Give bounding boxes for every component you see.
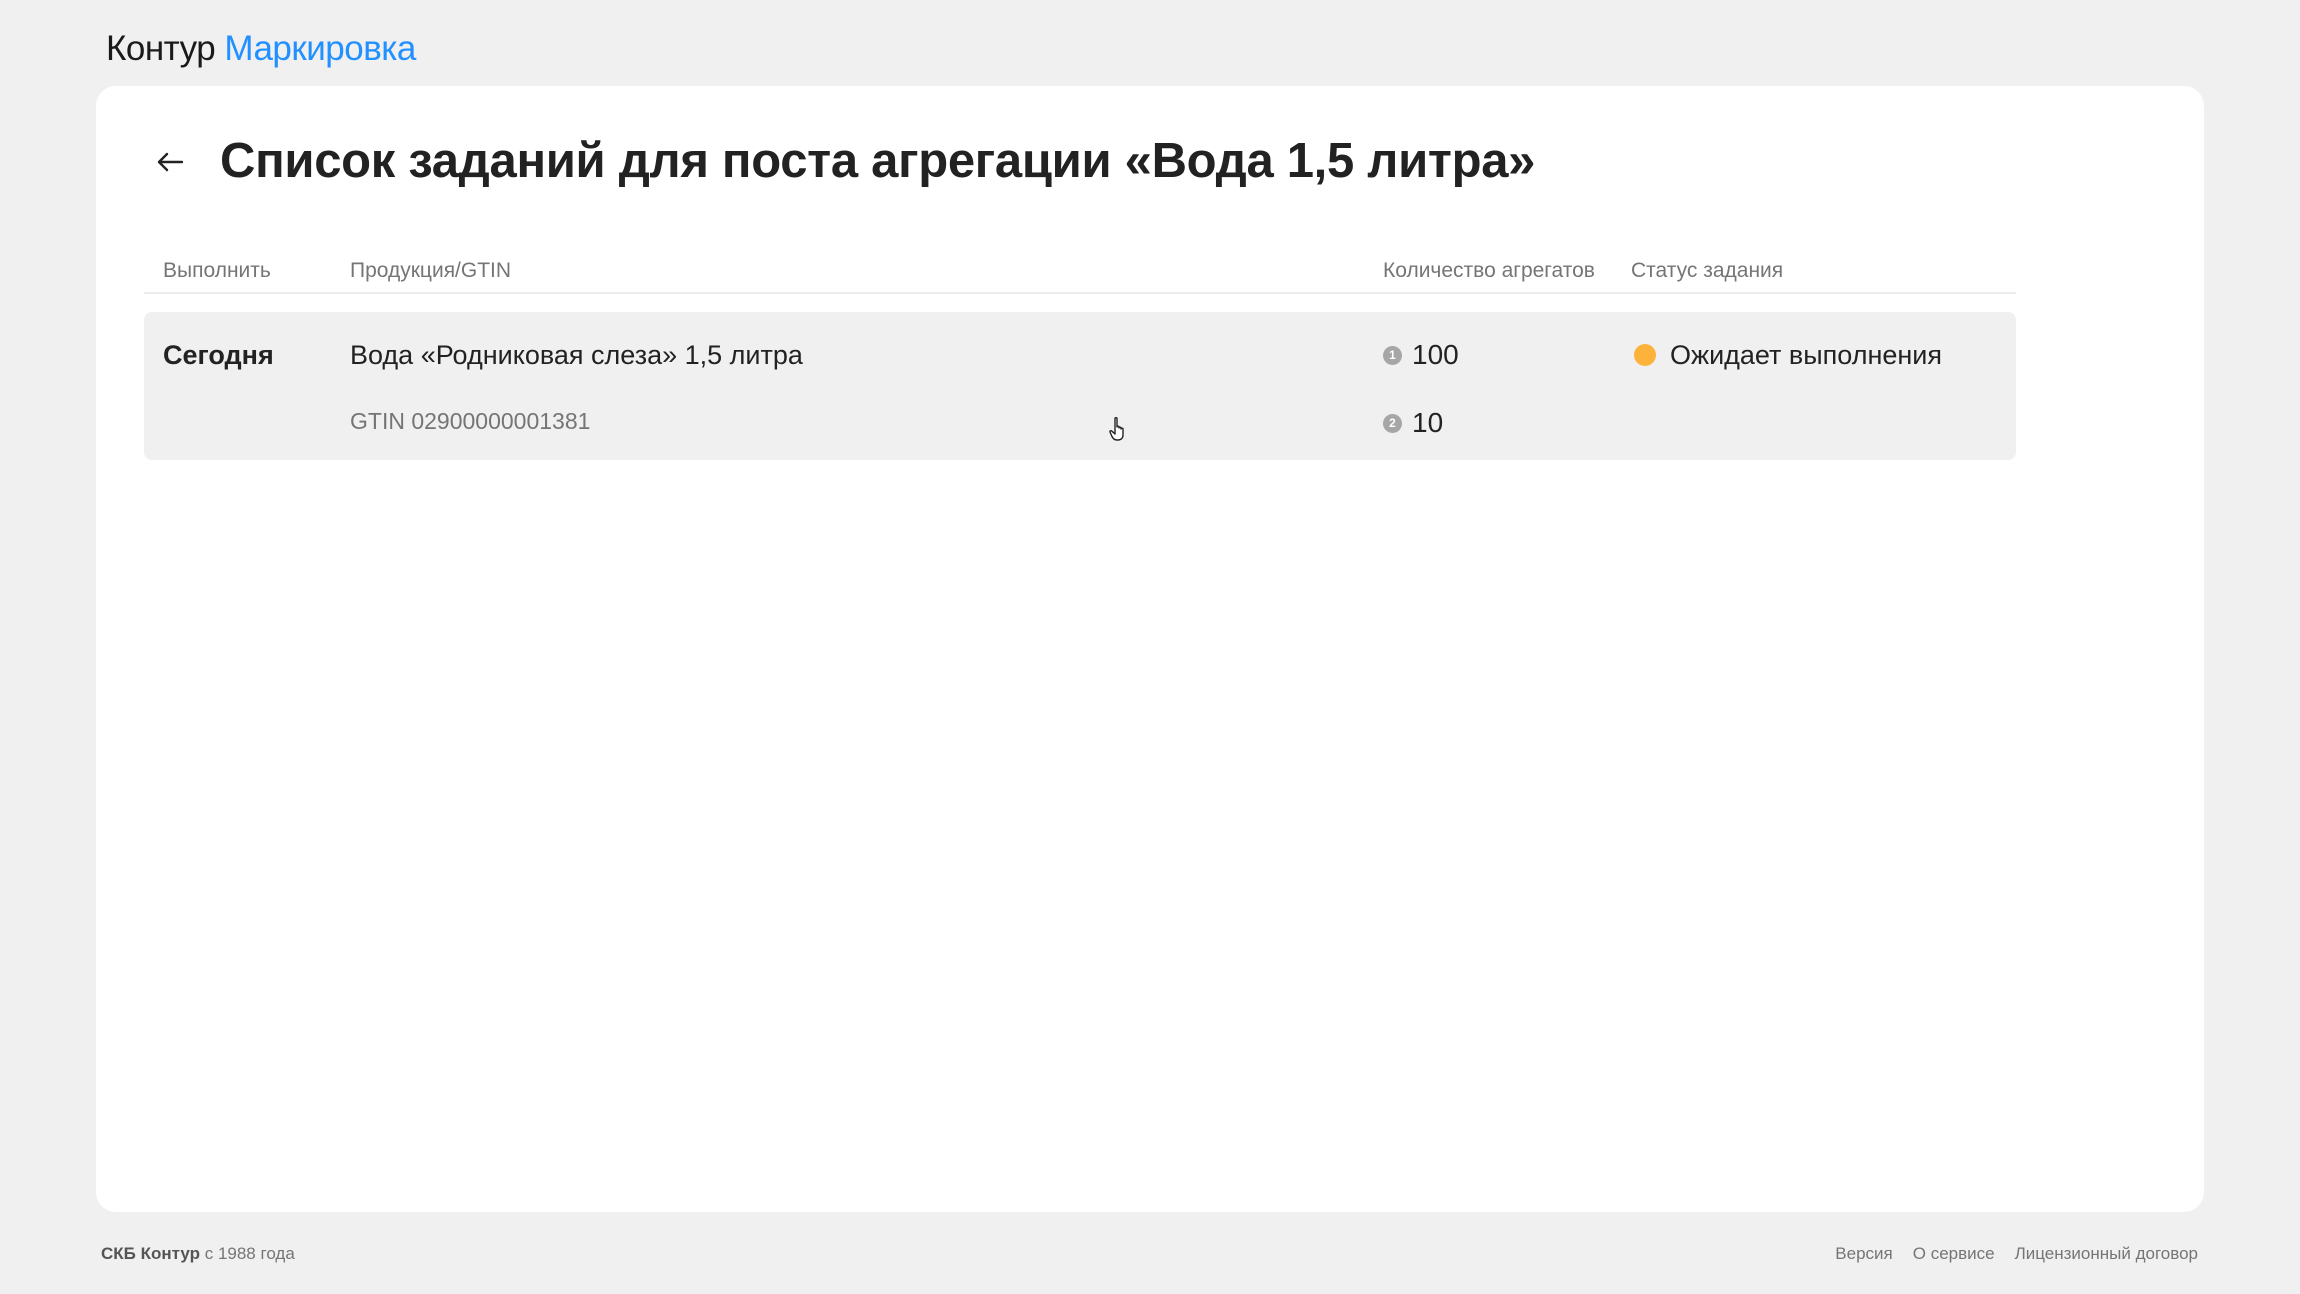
level-1-badge-icon: 1 (1383, 345, 1402, 365)
footer-link-version[interactable]: Версия (1835, 1243, 1892, 1265)
tasks-table: Выполнить Продукция/GTIN Количество агре… (144, 248, 2016, 460)
status-dot-icon (1634, 344, 1656, 366)
status-badge: Ожидает выполнения (1634, 338, 1942, 372)
logo[interactable]: Контур Маркировка (106, 28, 416, 70)
arrow-left-icon (157, 152, 184, 172)
row-product-name: Вода «Родниковая слеза» 1,5 литра (350, 340, 803, 370)
level-2-count: 10 (1412, 407, 1444, 438)
status-text: Ожидает выполнения (1670, 340, 1942, 370)
footer-since: с 1988 года (200, 1244, 295, 1263)
column-header-execute: Выполнить (163, 259, 271, 282)
footer-link-license[interactable]: Лицензионный договор (2015, 1243, 2198, 1265)
logo-brand: Контур (106, 29, 216, 68)
column-header-product: Продукция/GTIN (350, 259, 512, 282)
table-row[interactable]: Сегодня Вода «Родниковая слеза» 1,5 литр… (144, 312, 2016, 460)
page-title: Список заданий для поста агрегации «Вода… (220, 134, 1536, 188)
hand-cursor-icon (1109, 417, 1124, 441)
aggregate-level-2: 2 10 (1383, 406, 1443, 440)
table-header: Выполнить Продукция/GTIN Количество агре… (144, 248, 2016, 294)
footer-link-about[interactable]: О сервисе (1913, 1243, 1995, 1265)
row-execute-date: Сегодня (163, 340, 274, 370)
footer-company: СКБ Контур (101, 1244, 200, 1263)
row-gtin: GTIN 02900000001381 (350, 408, 591, 434)
level-2-badge-icon: 2 (1383, 413, 1402, 433)
footer-links: Версия О сервисе Лицензионный договор (1835, 1243, 2198, 1265)
back-button[interactable] (148, 140, 192, 184)
column-header-status: Статус задания (1631, 259, 1784, 282)
level-1-count: 100 (1412, 339, 1459, 370)
main-card: Список заданий для поста агрегации «Вода… (96, 86, 2204, 1212)
logo-product: Маркировка (224, 29, 416, 68)
column-header-aggregates: Количество агрегатов (1383, 259, 1595, 282)
aggregate-level-1: 1 100 (1383, 338, 1459, 372)
footer-copyright: СКБ Контур с 1988 года (101, 1243, 295, 1265)
